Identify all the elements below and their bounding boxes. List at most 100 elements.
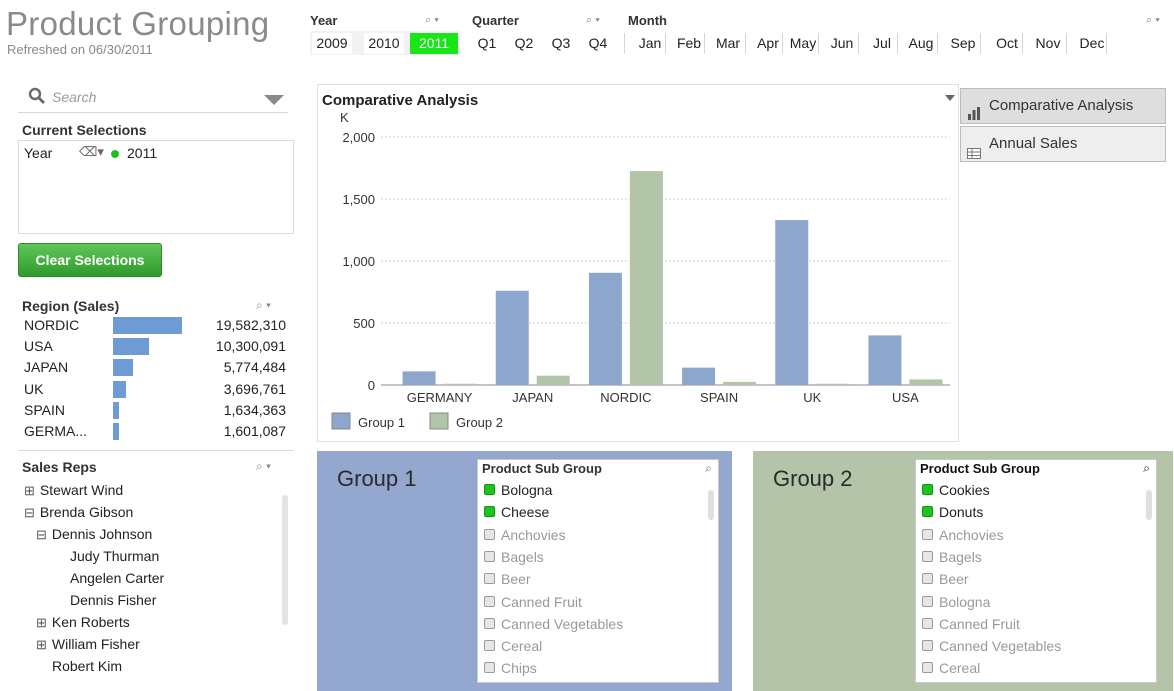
bar-group-1-spain[interactable] xyxy=(682,367,716,385)
bar-group-2-uk[interactable] xyxy=(816,383,850,385)
quarter-q3[interactable]: Q3 xyxy=(548,33,574,54)
month-dec[interactable]: Dec xyxy=(1075,33,1109,54)
month-jul[interactable]: Jul xyxy=(865,33,899,54)
year-2011[interactable]: 2011 xyxy=(410,33,458,54)
bar-group-1-nordic[interactable] xyxy=(588,272,622,385)
month-separator xyxy=(818,33,819,54)
sales-rep-row[interactable]: ⊞ Stewart Wind xyxy=(24,480,123,501)
sales-reps-search-icon[interactable]: ⌕ ▾ xyxy=(256,459,271,474)
chevron-down-icon[interactable] xyxy=(264,92,284,108)
sales-rep-row[interactable]: ⊟ Dennis Johnson xyxy=(36,524,152,545)
tab-annual-sales[interactable]: Annual Sales xyxy=(960,126,1166,162)
sales-rep-row[interactable]: Dennis Fisher xyxy=(70,590,156,611)
region-row[interactable]: SPAIN 1,634,363 xyxy=(24,400,286,421)
bar-group-1-uk[interactable] xyxy=(775,220,809,385)
product-list-item[interactable]: Canned Vegetables xyxy=(484,613,623,635)
month-nov[interactable]: Nov xyxy=(1031,33,1065,54)
bar-group-1-usa[interactable] xyxy=(868,335,902,385)
product-list-item[interactable]: Cookies xyxy=(922,479,990,501)
year-filter-options-icon[interactable]: ⌕ ▾ xyxy=(425,14,439,27)
product-list-item[interactable]: Cereal xyxy=(922,657,980,679)
expand-icon[interactable]: ⊞ xyxy=(24,483,35,498)
bar-group-2-nordic[interactable] xyxy=(629,171,663,385)
product-list-item[interactable]: Canned Vegetables xyxy=(922,635,1061,657)
sales-rep-row[interactable]: ⊞ William Fisher xyxy=(36,634,140,655)
product-list-item[interactable]: Cereal xyxy=(484,635,542,657)
month-oct[interactable]: Oct xyxy=(990,33,1024,54)
product-list-item[interactable]: Cheese xyxy=(484,501,549,523)
month-apr[interactable]: Apr xyxy=(751,33,785,54)
product-list-item[interactable]: Bagels xyxy=(484,546,544,568)
product-label: Anchovies xyxy=(501,526,566,543)
region-sales-bar xyxy=(113,338,150,356)
sales-rep-row[interactable]: Robert Kim xyxy=(52,656,122,677)
quarter-q1[interactable]: Q1 xyxy=(474,33,500,54)
product-list-item[interactable]: Chips xyxy=(484,657,537,679)
chart-menu-icon[interactable] xyxy=(945,88,955,104)
sales-rep-row[interactable]: Judy Thurman xyxy=(70,546,159,567)
group2-scrollbar[interactable] xyxy=(1146,490,1152,520)
month-filter-options-icon[interactable]: ⌕ ▾ xyxy=(1146,14,1160,27)
region-search-icon[interactable]: ⌕ ▾ xyxy=(256,298,271,313)
group1-search-icon[interactable]: ⌕ xyxy=(705,461,712,476)
bar-group-2-germany[interactable] xyxy=(443,383,477,385)
region-row[interactable]: GERMA... 1,601,087 xyxy=(24,421,286,442)
sales-rep-name: Ken Roberts xyxy=(51,614,130,630)
eraser-icon[interactable]: ⌫▾ xyxy=(79,144,104,160)
quarter-q2[interactable]: Q2 xyxy=(511,33,537,54)
product-list-item[interactable]: Bologna xyxy=(922,591,990,613)
sales-rep-row[interactable]: Angelen Carter xyxy=(70,568,164,589)
region-row[interactable]: JAPAN 5,774,484 xyxy=(24,357,286,378)
month-separator xyxy=(1106,33,1107,54)
month-jun[interactable]: Jun xyxy=(825,33,859,54)
y-tick-label: 1,500 xyxy=(342,192,375,207)
expand-icon[interactable]: ⊞ xyxy=(36,615,47,630)
year-2010[interactable]: 2010 xyxy=(364,33,404,54)
legend-label[interactable]: Group 2 xyxy=(456,415,503,430)
search-box[interactable]: Search xyxy=(18,84,288,113)
tab-comparative-analysis[interactable]: Comparative Analysis xyxy=(960,88,1166,124)
month-jan[interactable]: Jan xyxy=(633,33,667,54)
product-list-item[interactable]: Anchovies xyxy=(922,524,1004,546)
region-row[interactable]: NORDIC 19,582,310 xyxy=(24,315,286,336)
bar-group-2-spain[interactable] xyxy=(723,381,757,385)
bar-group-2-usa[interactable] xyxy=(909,379,943,385)
month-feb[interactable]: Feb xyxy=(672,33,706,54)
sales-reps-scrollbar[interactable] xyxy=(282,495,288,625)
bar-group-1-japan[interactable] xyxy=(495,290,529,385)
month-aug[interactable]: Aug xyxy=(904,33,938,54)
product-list-item[interactable]: Bologna xyxy=(484,479,552,501)
product-list-item[interactable]: Donuts xyxy=(922,501,983,523)
sales-rep-row[interactable]: ⊟ Brenda Gibson xyxy=(24,502,133,523)
group2-search-icon[interactable]: ⌕ xyxy=(1143,461,1150,476)
region-row[interactable]: USA 10,300,091 xyxy=(24,336,286,357)
product-list-item[interactable]: Beer xyxy=(922,568,969,590)
legend-label[interactable]: Group 1 xyxy=(358,415,405,430)
product-list-item[interactable]: Bagels xyxy=(922,546,982,568)
quarter-q4[interactable]: Q4 xyxy=(585,33,611,54)
product-list-item[interactable]: Canned Fruit xyxy=(484,591,582,613)
group1-scrollbar[interactable] xyxy=(708,490,714,520)
region-name: USA xyxy=(24,338,53,355)
divider xyxy=(18,450,294,451)
quarter-filter-options-icon[interactable]: ⌕ ▾ xyxy=(586,14,600,27)
year-2009[interactable]: 2009 xyxy=(312,33,352,54)
month-separator xyxy=(858,33,859,54)
month-may[interactable]: May xyxy=(786,33,820,54)
product-list-item[interactable]: Anchovies xyxy=(484,524,566,546)
month-mar[interactable]: Mar xyxy=(711,33,745,54)
region-row[interactable]: UK 3,696,761 xyxy=(24,379,286,400)
bar-group-2-japan[interactable] xyxy=(536,375,570,385)
collapse-icon[interactable]: ⊟ xyxy=(36,527,47,542)
bar-group-1-germany[interactable] xyxy=(402,371,436,385)
month-sep[interactable]: Sep xyxy=(946,33,980,54)
collapse-icon[interactable]: ⊟ xyxy=(24,505,35,520)
product-list-item[interactable]: Beer xyxy=(484,568,531,590)
expand-icon[interactable]: ⊞ xyxy=(36,637,47,652)
sales-rep-row[interactable]: ⊞ Ken Roberts xyxy=(36,612,130,633)
product-list-item[interactable]: Canned Fruit xyxy=(922,613,1020,635)
clear-selections-button[interactable]: Clear Selections xyxy=(18,243,162,277)
unselected-state-icon xyxy=(484,617,495,629)
table-icon xyxy=(967,138,981,172)
region-name: UK xyxy=(24,380,44,397)
